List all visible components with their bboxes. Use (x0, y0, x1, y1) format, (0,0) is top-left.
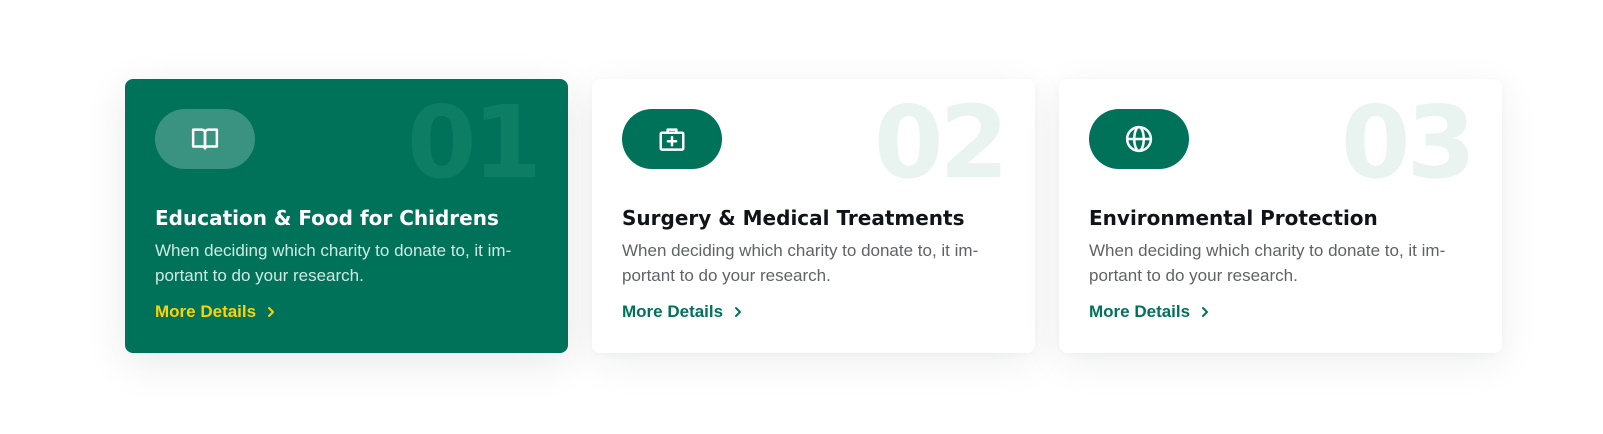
card-icon-badge (155, 109, 255, 169)
more-details-link[interactable]: More Details (155, 302, 277, 322)
card-description: When deciding which charity to donate to… (155, 241, 512, 285)
card-title: Education & Food for Chidrens (155, 206, 499, 230)
service-card-environment[interactable]: 03 Environmental Protection When decidin… (1059, 79, 1502, 353)
more-details-label: More Details (155, 302, 257, 321)
medical-kit-icon (659, 128, 685, 151)
chevron-right-icon (735, 307, 742, 317)
more-details-label: More Details (1089, 302, 1191, 321)
card-number: 03 (1340, 84, 1476, 201)
service-cards: 01 Education & Food for Chidrens When de… (125, 79, 1502, 353)
more-details-label: More Details (622, 302, 724, 321)
more-details-link[interactable]: More Details (622, 302, 744, 322)
card-number: 02 (873, 84, 1009, 201)
service-card-surgery[interactable]: 02 Surgery & Medical Treatments When dec… (592, 79, 1035, 353)
card-number: 01 (406, 84, 542, 201)
card-title: Surgery & Medical Treatments (622, 206, 965, 230)
card-icon-badge (622, 109, 722, 169)
card-description: When deciding which charity to donate to… (622, 241, 979, 285)
chevron-right-icon (1202, 307, 1209, 317)
globe-icon (1125, 125, 1153, 153)
card-icon-badge (1089, 109, 1189, 169)
chevron-right-icon (268, 307, 275, 317)
card-description: When deciding which charity to donate to… (1089, 241, 1446, 285)
book-icon (191, 128, 219, 150)
more-details-link[interactable]: More Details (1089, 302, 1211, 322)
service-card-education[interactable]: 01 Education & Food for Chidrens When de… (125, 79, 568, 353)
card-title: Environmental Protection (1089, 206, 1378, 230)
